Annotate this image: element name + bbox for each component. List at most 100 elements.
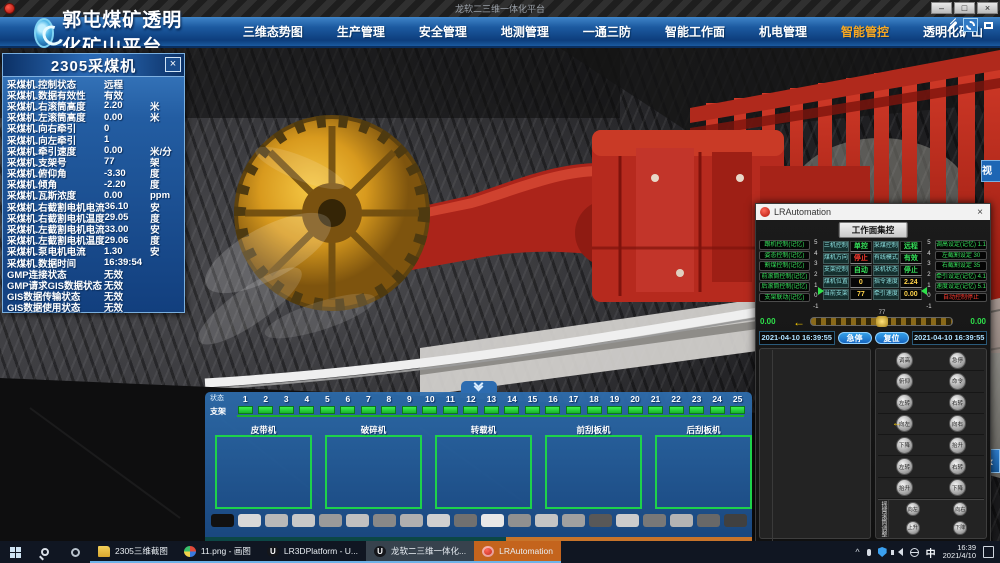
- mini-thumbnail[interactable]: [589, 514, 612, 527]
- mini-thumbnail[interactable]: [562, 514, 585, 527]
- control-button[interactable]: 右转: [949, 458, 966, 475]
- taskbar-app[interactable]: 2305三维截图: [90, 541, 176, 563]
- maximize-button[interactable]: □: [954, 2, 975, 14]
- mini-thumbnail[interactable]: [427, 514, 450, 527]
- nav-item[interactable]: 安全管理: [402, 19, 484, 44]
- row-value: 77: [104, 156, 150, 167]
- microphone-icon[interactable]: [867, 549, 871, 556]
- setting-button[interactable]: 自动控制停止: [935, 293, 987, 303]
- taskbar-app[interactable]: 11.png - 画图: [176, 541, 259, 563]
- gear-icon[interactable]: [963, 18, 978, 32]
- start-button[interactable]: [0, 541, 30, 563]
- search-button[interactable]: [30, 541, 60, 563]
- setting-button[interactable]: 牵引设定(记忆) 4.1: [935, 272, 987, 282]
- control-button[interactable]: 急停: [949, 352, 966, 369]
- mini-thumbnail[interactable]: [211, 514, 234, 527]
- app-icon: [374, 546, 386, 557]
- fit-window-icon[interactable]: [981, 18, 996, 32]
- control-button[interactable]: 抬升: [949, 437, 966, 454]
- row-value: -3.30: [104, 168, 150, 179]
- taskbar-app[interactable]: 龙软二三维一体化...: [366, 541, 474, 563]
- lra-close-icon[interactable]: ×: [974, 207, 986, 218]
- support-status-square: [628, 406, 643, 414]
- memory-button[interactable]: 姿态控制(记忆): [759, 251, 810, 261]
- support-status-square: [422, 406, 437, 414]
- camera-feed[interactable]: [655, 435, 752, 509]
- support-cell: 3: [276, 394, 297, 414]
- control-button[interactable]: 向左: [906, 502, 920, 516]
- mini-thumbnail[interactable]: [373, 514, 396, 527]
- network-icon[interactable]: [910, 548, 919, 557]
- wrench-icon[interactable]: [945, 18, 960, 32]
- camera-feed[interactable]: [435, 435, 532, 509]
- control-button[interactable]: 左转: [896, 394, 913, 411]
- row-value: 0: [104, 123, 150, 134]
- setting-button[interactable]: 右截割设定 35: [935, 261, 987, 271]
- mini-thumbnail[interactable]: [670, 514, 693, 527]
- mini-thumbnail[interactable]: [238, 514, 261, 527]
- memory-button[interactable]: 跟机控制(记忆): [759, 240, 810, 250]
- control-button[interactable]: 右转: [949, 394, 966, 411]
- status-value: 0.00: [900, 289, 922, 300]
- control-button[interactable]: 下降: [953, 521, 967, 535]
- security-shield-icon[interactable]: [878, 547, 887, 557]
- support-cell: 20: [625, 394, 646, 414]
- taskbar-app[interactable]: LR3DPlatform - U...: [259, 541, 366, 563]
- control-button[interactable]: 下降: [896, 437, 913, 454]
- panel-close-icon[interactable]: ×: [165, 57, 181, 72]
- mini-thumbnail[interactable]: [481, 514, 504, 527]
- setting-button[interactable]: 速度设定(记忆) 5.1: [935, 282, 987, 292]
- mini-thumbnail[interactable]: [400, 514, 423, 527]
- ime-indicator[interactable]: 中: [926, 545, 936, 560]
- speaker-icon[interactable]: [894, 548, 903, 556]
- mini-thumbnail[interactable]: [643, 514, 666, 527]
- control-button[interactable]: 调高: [896, 352, 913, 369]
- mini-thumbnail[interactable]: [697, 514, 720, 527]
- mini-thumbnail[interactable]: [319, 514, 342, 527]
- mini-thumbnail[interactable]: [454, 514, 477, 527]
- nav-item[interactable]: 智能工作面: [648, 19, 742, 44]
- mini-thumbnail[interactable]: [724, 514, 747, 527]
- close-button[interactable]: ×: [977, 2, 998, 14]
- taskbar-app[interactable]: LRAutomation: [474, 541, 561, 563]
- control-button[interactable]: 下降: [949, 479, 966, 496]
- nav-item[interactable]: 智能管控: [824, 19, 906, 44]
- cortana-button[interactable]: [60, 541, 90, 563]
- notification-center-icon[interactable]: [983, 546, 994, 558]
- workface-control-tab[interactable]: 工作面集控: [839, 222, 908, 238]
- camera-feed[interactable]: [215, 435, 312, 509]
- memory-button[interactable]: 后滚筒控制(记忆): [759, 282, 810, 292]
- hidden-icons-chevron[interactable]: ^: [855, 547, 859, 557]
- nav-item[interactable]: 机电管理: [742, 19, 824, 44]
- control-button[interactable]: 俯仰: [896, 373, 913, 390]
- viewpoint-tab[interactable]: 视点: [981, 160, 1000, 182]
- control-button[interactable]: 上升: [906, 521, 920, 535]
- estop-button[interactable]: 急停: [838, 332, 872, 344]
- camera-dock: 状态 支架 1 2 3: [205, 392, 752, 541]
- minimize-button[interactable]: –: [931, 2, 952, 14]
- control-button[interactable]: 向右: [949, 415, 966, 432]
- reset-button[interactable]: 复位: [875, 332, 909, 344]
- control-button[interactable]: 左转: [896, 458, 913, 475]
- control-button[interactable]: 命令: [949, 373, 966, 390]
- setting-button[interactable]: 左截割设定 30: [935, 251, 987, 261]
- nav-item[interactable]: 一通三防: [566, 19, 648, 44]
- memory-button[interactable]: 割煤控制(记忆): [759, 261, 810, 271]
- memory-button[interactable]: 支架联动(记忆): [759, 293, 810, 303]
- mini-thumbnail[interactable]: [346, 514, 369, 527]
- camera-feed[interactable]: [325, 435, 422, 509]
- clock[interactable]: 16:39 2021/4/10: [943, 544, 976, 560]
- nav-item[interactable]: 地测管理: [484, 19, 566, 44]
- control-button[interactable]: 向右: [953, 502, 967, 516]
- mini-thumbnail[interactable]: [616, 514, 639, 527]
- mini-thumbnail[interactable]: [292, 514, 315, 527]
- mini-thumbnail[interactable]: [508, 514, 531, 527]
- nav-item[interactable]: 三维态势图: [226, 19, 320, 44]
- nav-item[interactable]: 生产管理: [320, 19, 402, 44]
- memory-button[interactable]: 前滚筒控制(记忆): [759, 272, 810, 282]
- setting-button[interactable]: 调高设定(记忆) 1.1: [935, 240, 987, 250]
- control-button[interactable]: 抬升: [896, 479, 913, 496]
- mini-thumbnail[interactable]: [535, 514, 558, 527]
- camera-feed[interactable]: [545, 435, 642, 509]
- mini-thumbnail[interactable]: [265, 514, 288, 527]
